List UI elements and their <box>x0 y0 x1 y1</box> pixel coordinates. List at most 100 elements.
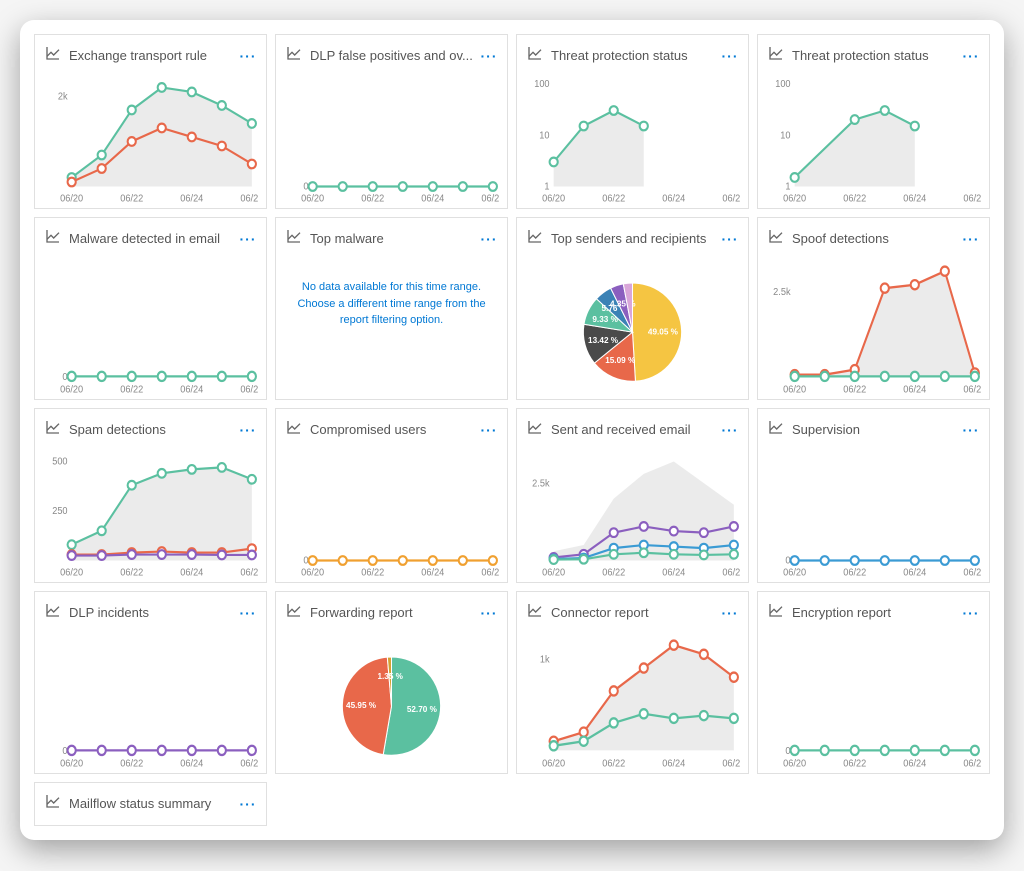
svg-text:52.70 %: 52.70 % <box>407 705 438 714</box>
svg-text:06/22: 06/22 <box>361 193 384 204</box>
svg-text:06/22: 06/22 <box>843 758 866 770</box>
card-body: 006/2006/2206/2406/26 <box>758 629 989 773</box>
svg-text:06/26: 06/26 <box>722 193 740 204</box>
report-card-top-malware[interactable]: Top malware ··· No data available for this… <box>275 217 508 400</box>
chart-svg: 11010006/2006/2206/2406/26 <box>766 76 981 206</box>
more-options-icon[interactable]: ··· <box>240 231 256 247</box>
more-options-icon[interactable]: ··· <box>240 48 256 64</box>
report-card-encryption-report[interactable]: Encryption report···006/2006/2206/2406/2… <box>757 591 990 774</box>
more-options-icon[interactable]: ··· <box>722 48 738 64</box>
more-options-icon[interactable]: ··· <box>481 605 497 621</box>
card-header: Malware detected in email··· <box>35 218 266 255</box>
report-card-malware-detected[interactable]: Malware detected in email···006/2006/220… <box>34 217 267 400</box>
line-chart-icon <box>286 228 302 249</box>
report-card-spoof-detections[interactable]: Spoof detections···2.5k06/2006/2206/2406… <box>757 217 990 400</box>
report-card-spam-detections[interactable]: Spam detections···25050006/2006/2206/240… <box>34 408 267 583</box>
more-options-icon[interactable]: ··· <box>722 231 738 247</box>
svg-text:06/24: 06/24 <box>903 384 927 396</box>
card-body: 006/2006/2206/2406/26 <box>35 255 266 399</box>
line-chart-icon <box>768 419 784 440</box>
svg-text:06/22: 06/22 <box>843 568 866 579</box>
line-chart-icon <box>768 228 784 249</box>
line-chart-icon <box>45 45 61 66</box>
svg-text:06/24: 06/24 <box>180 384 204 396</box>
card-title: Connector report <box>551 605 714 620</box>
card-body: 2.5k06/2006/2206/2406/26 <box>758 255 989 399</box>
svg-text:06/26: 06/26 <box>240 193 258 204</box>
svg-text:15.09 %: 15.09 % <box>605 356 636 365</box>
svg-text:2k: 2k <box>58 91 68 102</box>
card-header: Threat protection status ··· <box>758 35 989 72</box>
report-card-threat-protection-1[interactable]: Threat protection status···11010006/2006… <box>516 34 749 209</box>
card-title: Threat protection status <box>792 48 955 63</box>
report-card-top-senders[interactable]: Top senders and recipients···49.05 %15.0… <box>516 217 749 400</box>
svg-text:500: 500 <box>52 457 67 468</box>
card-body: 49.05 %15.09 %13.42 %9.33 %5.76 %4.35 % <box>517 255 748 399</box>
report-card-dlp-incidents[interactable]: DLP incidents ··· 006/2006/2206/2406/26 <box>34 591 267 774</box>
more-options-icon[interactable]: ··· <box>481 231 497 247</box>
chart-svg: 006/2006/2206/2406/26 <box>284 76 499 206</box>
card-title: DLP incidents <box>69 605 232 620</box>
svg-text:06/22: 06/22 <box>602 568 625 579</box>
svg-text:06/20: 06/20 <box>301 193 324 204</box>
svg-text:06/20: 06/20 <box>301 568 324 579</box>
svg-text:06/24: 06/24 <box>662 193 685 204</box>
card-header: Spoof detections··· <box>758 218 989 255</box>
svg-text:06/24: 06/24 <box>903 758 927 770</box>
card-header: Sent and received email··· <box>517 409 748 446</box>
card-title: Top senders and recipients <box>551 231 714 246</box>
chart-svg: 1k06/2006/2206/2406/26 <box>525 633 740 771</box>
svg-text:06/24: 06/24 <box>662 758 686 770</box>
report-card-mailflow-status[interactable]: Mailflow status summary ··· <box>34 782 267 826</box>
card-body: No data available for this time range. C… <box>276 255 507 399</box>
svg-text:13.42 %: 13.42 % <box>588 336 619 345</box>
more-options-icon[interactable]: ··· <box>963 48 979 64</box>
report-card-compromised-users[interactable]: Compromised users···006/2006/2206/2406/2… <box>275 408 508 583</box>
report-card-dlp-false-positives[interactable]: DLP false positives and ov...···006/2006… <box>275 34 508 209</box>
svg-text:06/20: 06/20 <box>60 758 84 770</box>
more-options-icon[interactable]: ··· <box>240 422 256 438</box>
report-card-connector-report[interactable]: Connector report···1k06/2006/2206/2406/2… <box>516 591 749 774</box>
more-options-icon[interactable]: ··· <box>240 796 256 812</box>
more-options-icon[interactable]: ··· <box>963 231 979 247</box>
chart-svg: 006/2006/2206/2406/26 <box>43 633 258 771</box>
card-body: 006/2006/2206/2406/26 <box>35 629 266 773</box>
line-chart-icon <box>286 602 302 623</box>
svg-text:250: 250 <box>52 506 67 517</box>
card-body: 52.70 %45.95 %1.35 % <box>276 629 507 773</box>
report-card-threat-protection-2[interactable]: Threat protection status···11010006/2006… <box>757 34 990 209</box>
more-options-icon[interactable]: ··· <box>240 605 256 621</box>
svg-text:06/20: 06/20 <box>60 193 83 204</box>
report-card-forwarding-report[interactable]: Forwarding report···52.70 %45.95 %1.35 % <box>275 591 508 774</box>
svg-text:1: 1 <box>785 182 790 193</box>
card-title: Mailflow status summary <box>69 796 232 811</box>
report-card-sent-received[interactable]: Sent and received email···2.5k06/2006/22… <box>516 408 749 583</box>
report-card-exchange-transport-rule[interactable]: Exchange transport rule···2k06/2006/2206… <box>34 34 267 209</box>
card-header: Top senders and recipients ··· <box>517 218 748 255</box>
line-chart-icon <box>286 45 302 66</box>
card-body: 25050006/2006/2206/2406/26 <box>35 446 266 582</box>
more-options-icon[interactable]: ··· <box>481 422 497 438</box>
report-card-supervision[interactable]: Supervision···006/2006/2206/2406/26 <box>757 408 990 583</box>
more-options-icon[interactable]: ··· <box>722 605 738 621</box>
card-header: Encryption report··· <box>758 592 989 629</box>
svg-text:06/24: 06/24 <box>180 193 203 204</box>
svg-text:06/22: 06/22 <box>602 193 625 204</box>
chart-svg: 006/2006/2206/2406/26 <box>766 633 981 771</box>
card-header: Supervision··· <box>758 409 989 446</box>
svg-text:10: 10 <box>780 130 790 141</box>
svg-text:06/20: 06/20 <box>783 384 807 396</box>
more-options-icon[interactable]: ··· <box>963 422 979 438</box>
svg-text:100: 100 <box>775 79 790 90</box>
more-options-icon[interactable]: ··· <box>481 48 497 64</box>
svg-text:06/22: 06/22 <box>602 758 625 770</box>
more-options-icon[interactable]: ··· <box>722 422 738 438</box>
line-chart-icon <box>527 228 543 249</box>
card-body: 11010006/2006/2206/2406/26 <box>517 72 748 208</box>
card-header: Spam detections··· <box>35 409 266 446</box>
card-header: Connector report ··· <box>517 592 748 629</box>
card-title: Top malware <box>310 231 473 246</box>
more-options-icon[interactable]: ··· <box>963 605 979 621</box>
card-body: 2k06/2006/2206/2406/26 <box>35 72 266 208</box>
svg-text:06/20: 06/20 <box>542 758 566 770</box>
